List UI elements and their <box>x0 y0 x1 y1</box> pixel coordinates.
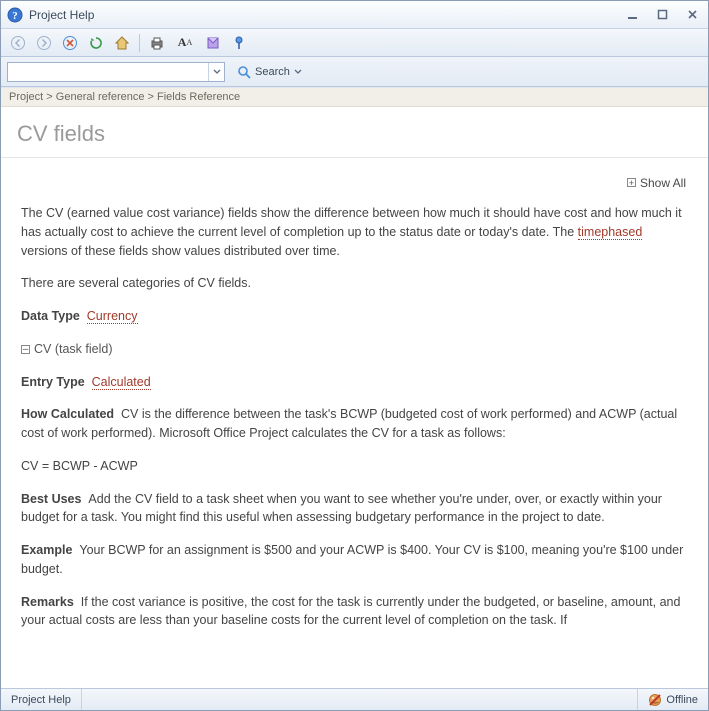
svg-text:?: ? <box>12 10 18 22</box>
data-type-row: Data Type Currency <box>21 307 688 326</box>
help-app-icon: ? <box>7 7 23 23</box>
minimize-button[interactable] <box>622 7 642 23</box>
article-body: The CV (earned value cost variance) fiel… <box>1 198 708 664</box>
breadcrumb-item[interactable]: Fields Reference <box>157 91 240 103</box>
search-input-wrap <box>7 62 225 82</box>
formula: CV = BCWP - ACWP <box>21 457 688 476</box>
show-all-toggle[interactable]: +Show All <box>1 158 708 198</box>
back-button[interactable] <box>7 32 29 54</box>
toolbar: AA <box>1 29 708 57</box>
maximize-button[interactable] <box>652 7 672 23</box>
status-right-label: Offline <box>666 694 698 706</box>
remarks-paragraph: Remarks If the cost variance is positive… <box>21 593 688 631</box>
status-right[interactable]: Offline <box>637 689 708 710</box>
titlebar: ? Project Help <box>1 1 708 29</box>
data-type-label: Data Type <box>21 309 80 323</box>
glossary-link-timephased[interactable]: timephased <box>578 225 643 240</box>
breadcrumb-item[interactable]: General reference <box>56 91 145 103</box>
page-title: CV fields <box>17 121 692 147</box>
window-controls <box>622 7 702 23</box>
plus-icon: + <box>627 178 636 187</box>
example-label: Example <box>21 543 72 557</box>
section-label: CV (task field) <box>34 340 113 359</box>
search-icon <box>237 65 251 79</box>
best-uses-label: Best Uses <box>21 492 81 506</box>
close-button[interactable] <box>682 7 702 23</box>
example-paragraph: Example Your BCWP for an assignment is $… <box>21 541 688 579</box>
search-input[interactable] <box>8 63 208 81</box>
entry-type-row: Entry Type Calculated <box>21 373 688 392</box>
stop-button[interactable] <box>59 32 81 54</box>
chevron-down-icon <box>294 69 302 75</box>
status-left[interactable]: Project Help <box>1 689 82 710</box>
content-scrollview[interactable]: Project > General reference > Fields Ref… <box>1 88 708 688</box>
help-window: ? Project Help <box>0 0 709 711</box>
data-type-value[interactable]: Currency <box>87 309 138 324</box>
minus-icon: – <box>21 345 30 354</box>
search-button-label: Search <box>255 66 290 78</box>
home-button[interactable] <box>111 32 133 54</box>
searchbar: Search <box>1 57 708 87</box>
statusbar: Project Help Offline <box>1 688 708 710</box>
entry-type-value[interactable]: Calculated <box>92 375 151 390</box>
best-uses-paragraph: Best Uses Add the CV field to a task she… <box>21 490 688 528</box>
refresh-button[interactable] <box>85 32 107 54</box>
connection-icon <box>648 693 662 707</box>
print-button[interactable] <box>146 32 168 54</box>
search-scope-dropdown[interactable] <box>208 63 224 81</box>
toolbar-separator <box>139 34 140 52</box>
forward-button[interactable] <box>33 32 55 54</box>
page-title-region: CV fields <box>1 107 708 158</box>
search-button[interactable]: Search <box>231 62 308 82</box>
section-toggle-task-field[interactable]: – CV (task field) <box>21 340 688 359</box>
content-area: Project > General reference > Fields Ref… <box>1 87 708 688</box>
breadcrumb-item[interactable]: Project <box>9 91 43 103</box>
window-title: Project Help <box>29 8 622 22</box>
categories-paragraph: There are several categories of CV field… <box>21 274 688 293</box>
entry-type-label: Entry Type <box>21 375 85 389</box>
remarks-label: Remarks <box>21 595 74 609</box>
toc-button[interactable] <box>202 32 224 54</box>
how-calculated-label: How Calculated <box>21 407 114 421</box>
how-calculated-paragraph: How Calculated CV is the difference betw… <box>21 405 688 443</box>
breadcrumb: Project > General reference > Fields Ref… <box>1 88 708 107</box>
font-size-button[interactable]: AA <box>172 32 198 54</box>
intro-paragraph: The CV (earned value cost variance) fiel… <box>21 204 688 260</box>
keep-on-top-button[interactable] <box>228 32 250 54</box>
